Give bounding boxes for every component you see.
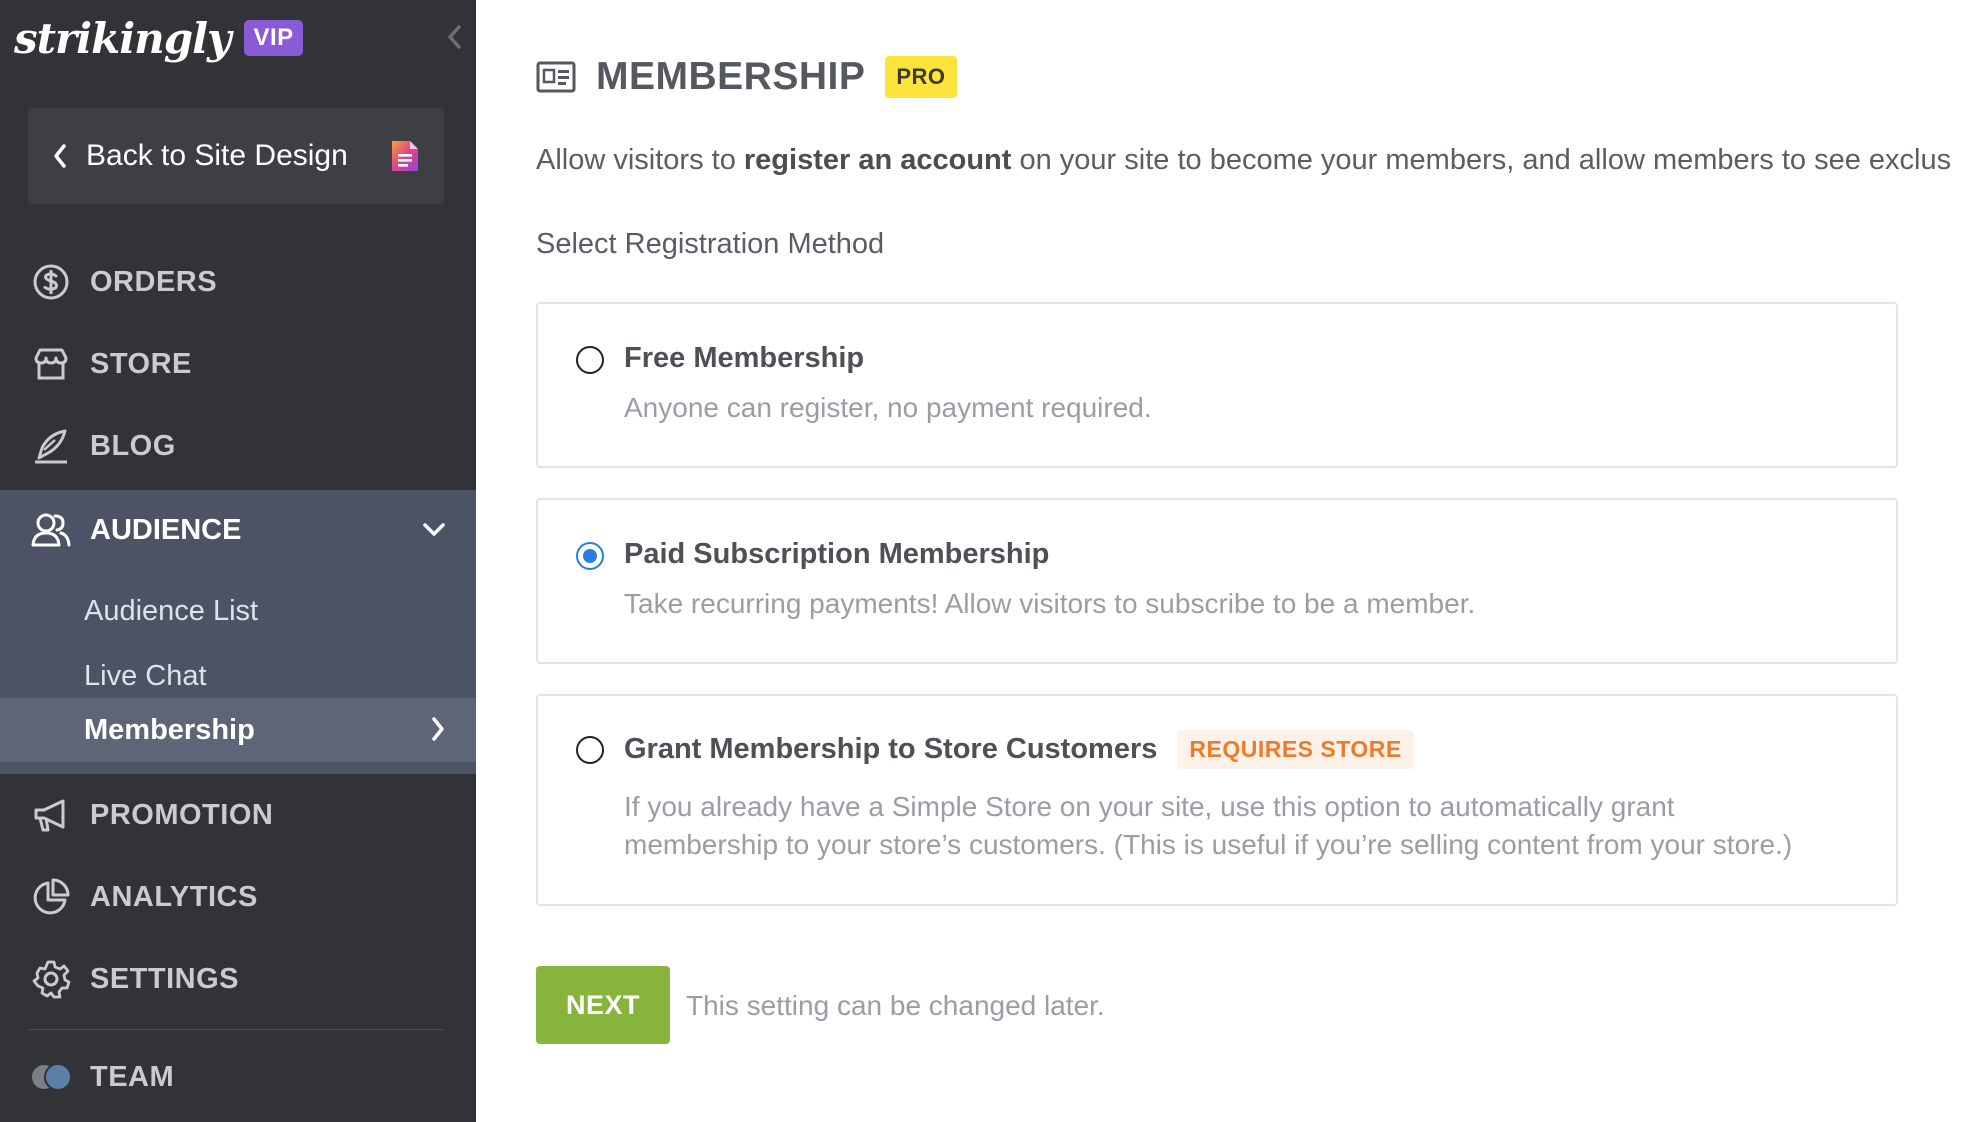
nav-label: BLOG <box>90 429 176 462</box>
sidebar-divider <box>28 1029 444 1030</box>
nav-label: AUDIENCE <box>90 513 242 546</box>
radio-paid-subscription[interactable] <box>576 542 604 570</box>
page-header: MEMBERSHIP PRO <box>536 52 957 102</box>
sidebar-item-label: Membership <box>84 713 255 746</box>
quill-icon <box>30 425 72 467</box>
hint-text: This setting can be changed later. <box>686 990 1105 1021</box>
description-emphasis: register an account <box>743 144 1012 176</box>
document-icon <box>392 141 418 171</box>
back-to-site-design-button[interactable]: Back to Site Design <box>28 108 444 204</box>
requires-store-badge: REQUIRES STORE <box>1177 730 1414 769</box>
brand: strikingly VIP <box>14 8 303 68</box>
pro-badge: PRO <box>885 56 957 98</box>
nav-label: STORE <box>90 347 192 380</box>
nav-promotion[interactable]: PROMOTION <box>0 774 476 856</box>
option-description: Anyone can register, no payment required… <box>624 392 1152 423</box>
vip-badge: VIP <box>244 20 303 56</box>
option-free-membership[interactable]: Free Membership Anyone can register, no … <box>536 302 1898 468</box>
users-icon <box>30 509 72 551</box>
description-text: on your site to become your members, and… <box>1011 144 1952 176</box>
dollar-circle-icon <box>30 261 72 303</box>
option-paid-subscription[interactable]: Paid Subscription Membership Take recurr… <box>536 498 1898 664</box>
nav-label: TEAM <box>90 1060 175 1093</box>
description-text: Allow visitors to <box>536 144 744 176</box>
section-label: Select Registration Method <box>536 228 885 260</box>
chevron-right-icon <box>432 717 444 741</box>
option-title: Free Membership <box>624 342 865 374</box>
option-description-line: membership to your store’s customers. (T… <box>624 829 1793 860</box>
sidebar-item-audience-list[interactable]: Audience List <box>0 580 476 642</box>
radio-store-customers[interactable] <box>576 736 604 764</box>
chevron-left-icon <box>448 25 461 49</box>
nav-label: PROMOTION <box>90 798 274 831</box>
nav-label: SETTINGS <box>90 962 240 995</box>
avatar <box>44 1063 72 1091</box>
radio-free-membership[interactable] <box>576 346 604 374</box>
id-card-icon <box>536 61 576 93</box>
page-title: MEMBERSHIP <box>596 55 866 98</box>
option-title: Paid Subscription Membership <box>624 538 1050 570</box>
nav-blog[interactable]: BLOG <box>0 405 476 487</box>
option-title: Grant Membership to Store Customers <box>624 733 1158 765</box>
nav-analytics[interactable]: ANALYTICS <box>0 856 476 938</box>
megaphone-icon <box>30 794 72 836</box>
sidebar-item-membership[interactable]: Membership <box>0 698 476 762</box>
page-description: Allow visitors to register an account on… <box>536 140 1962 180</box>
chevron-left-icon <box>52 143 68 169</box>
nav-label: ANALYTICS <box>90 880 258 913</box>
option-description: If you already have a Simple Store on yo… <box>624 788 1874 864</box>
option-title-row: Grant Membership to Store Customers REQU… <box>624 730 1414 769</box>
nav-store[interactable]: STORE <box>0 323 476 405</box>
nav-orders[interactable]: ORDERS <box>0 241 476 323</box>
audience-section: AUDIENCE Audience List Live Chat Members… <box>0 490 476 774</box>
team-avatars <box>30 1060 76 1094</box>
main-content: MEMBERSHIP PRO Allow visitors to registe… <box>476 0 1962 1122</box>
next-button[interactable]: NEXT <box>536 966 670 1044</box>
nav-audience[interactable]: AUDIENCE <box>0 490 476 570</box>
option-description: Take recurring payments! Allow visitors … <box>624 588 1476 619</box>
gear-icon <box>30 958 72 1000</box>
nav-team[interactable]: TEAM <box>0 1036 476 1118</box>
nav-label: ORDERS <box>90 265 218 298</box>
sidebar: strikingly VIP Back to Site Design ORDER… <box>0 0 476 1122</box>
collapse-sidebar-button[interactable] <box>440 20 468 54</box>
strikingly-logo[interactable]: strikingly <box>14 14 231 63</box>
option-store-customers[interactable]: Grant Membership to Store Customers REQU… <box>536 694 1898 906</box>
storefront-icon <box>30 343 72 385</box>
nav-settings[interactable]: SETTINGS <box>0 938 476 1020</box>
option-description-line: If you already have a Simple Store on yo… <box>624 791 1675 822</box>
pie-chart-icon <box>30 876 72 918</box>
back-label: Back to Site Design <box>86 139 348 172</box>
chevron-down-icon <box>422 522 446 538</box>
